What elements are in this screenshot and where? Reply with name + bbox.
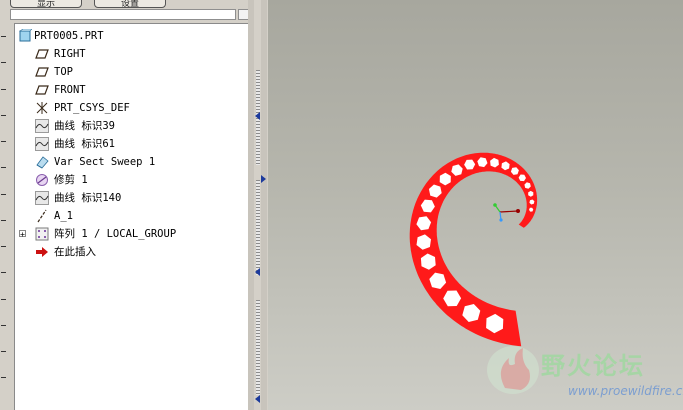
toolstrip-tick [1,377,6,378]
tree-item-label: 曲线 标识140 [54,192,122,204]
tree-item-label: RIGHT [54,48,86,60]
display-button[interactable]: 显示 [10,0,82,8]
settings-button[interactable]: 设置 [94,0,166,8]
datum-axis-icon [37,209,47,223]
model-tree-panel: PRT0005.PRT RIGHT TOP FRONT PRT_CSYS_DEF… [14,23,248,410]
toolstrip-tick [1,115,6,116]
expand-right-icon[interactable] [261,175,267,183]
splitter-lane [261,0,267,410]
pattern-group-icon [35,227,49,241]
watermark-url: www.proewildfire.cn [568,384,683,398]
tree-item-label: Var Sect Sweep 1 [54,156,156,168]
flame-logo-icon [487,346,539,394]
toolstrip-tick [1,141,6,142]
tree-item-label: A_1 [54,210,73,222]
toolstrip-tick [1,36,6,37]
collapse-left-icon[interactable] [255,112,261,120]
left-toolstrip [0,0,8,410]
tree-item-label: TOP [54,66,73,78]
trim-feature-icon [36,174,48,186]
toolstrip-tick [1,246,6,247]
toolstrip-tick [1,89,6,90]
collapse-left-icon[interactable] [255,395,261,403]
insert-here-arrow-icon [36,247,48,257]
datum-curve-icon [35,191,49,205]
watermark-title: 野火论坛 [541,352,645,380]
toolstrip-tick [1,325,6,326]
datum-plane-icon [35,85,49,95]
expand-toggle[interactable]: + [19,230,26,239]
collapse-left-icon[interactable] [255,268,261,276]
toolstrip-tick [1,62,6,63]
tree-item-label: 在此插入 [54,246,96,258]
toolstrip-tick [1,299,6,300]
datum-plane-icon [35,49,49,59]
datum-plane-icon [35,67,49,77]
tree-toolbar: 显示 设置 [8,0,248,8]
tree-filter-bar [8,8,254,22]
tree-item-label: FRONT [54,84,86,96]
coordinate-system-triad [493,203,520,222]
datum-curve-icon [35,137,49,151]
tree-item-label: PRT0005.PRT [34,30,104,42]
graphics-viewport[interactable]: 野火论坛 www.proewildfire.cn [268,0,683,410]
datum-curve-icon [35,119,49,133]
forum-watermark: 野火论坛 www.proewildfire.cn [473,340,683,410]
toolstrip-tick [1,272,6,273]
tree-item-label: 曲线 标识61 [54,138,115,150]
sweep-feature-icon [36,156,49,169]
toolstrip-tick [1,167,6,168]
splitter-gripper[interactable] [256,300,260,395]
toolstrip-tick [1,351,6,352]
toolstrip-tick [1,194,6,195]
part-icon [19,29,32,42]
panel-splitter[interactable] [248,0,268,410]
splitter-lane [248,0,254,410]
splitter-gripper[interactable] [256,180,260,275]
toolstrip-tick [1,220,6,221]
tree-item-label: 修剪 1 [54,174,88,186]
tree-filter-input[interactable] [10,9,236,20]
tree-item-label: PRT_CSYS_DEF [54,102,130,114]
coordinate-system-icon [36,102,48,114]
tree-item-label: 阵列 1 / LOCAL_GROUP [54,228,177,240]
tree-item-label: 曲线 标识39 [54,120,115,132]
